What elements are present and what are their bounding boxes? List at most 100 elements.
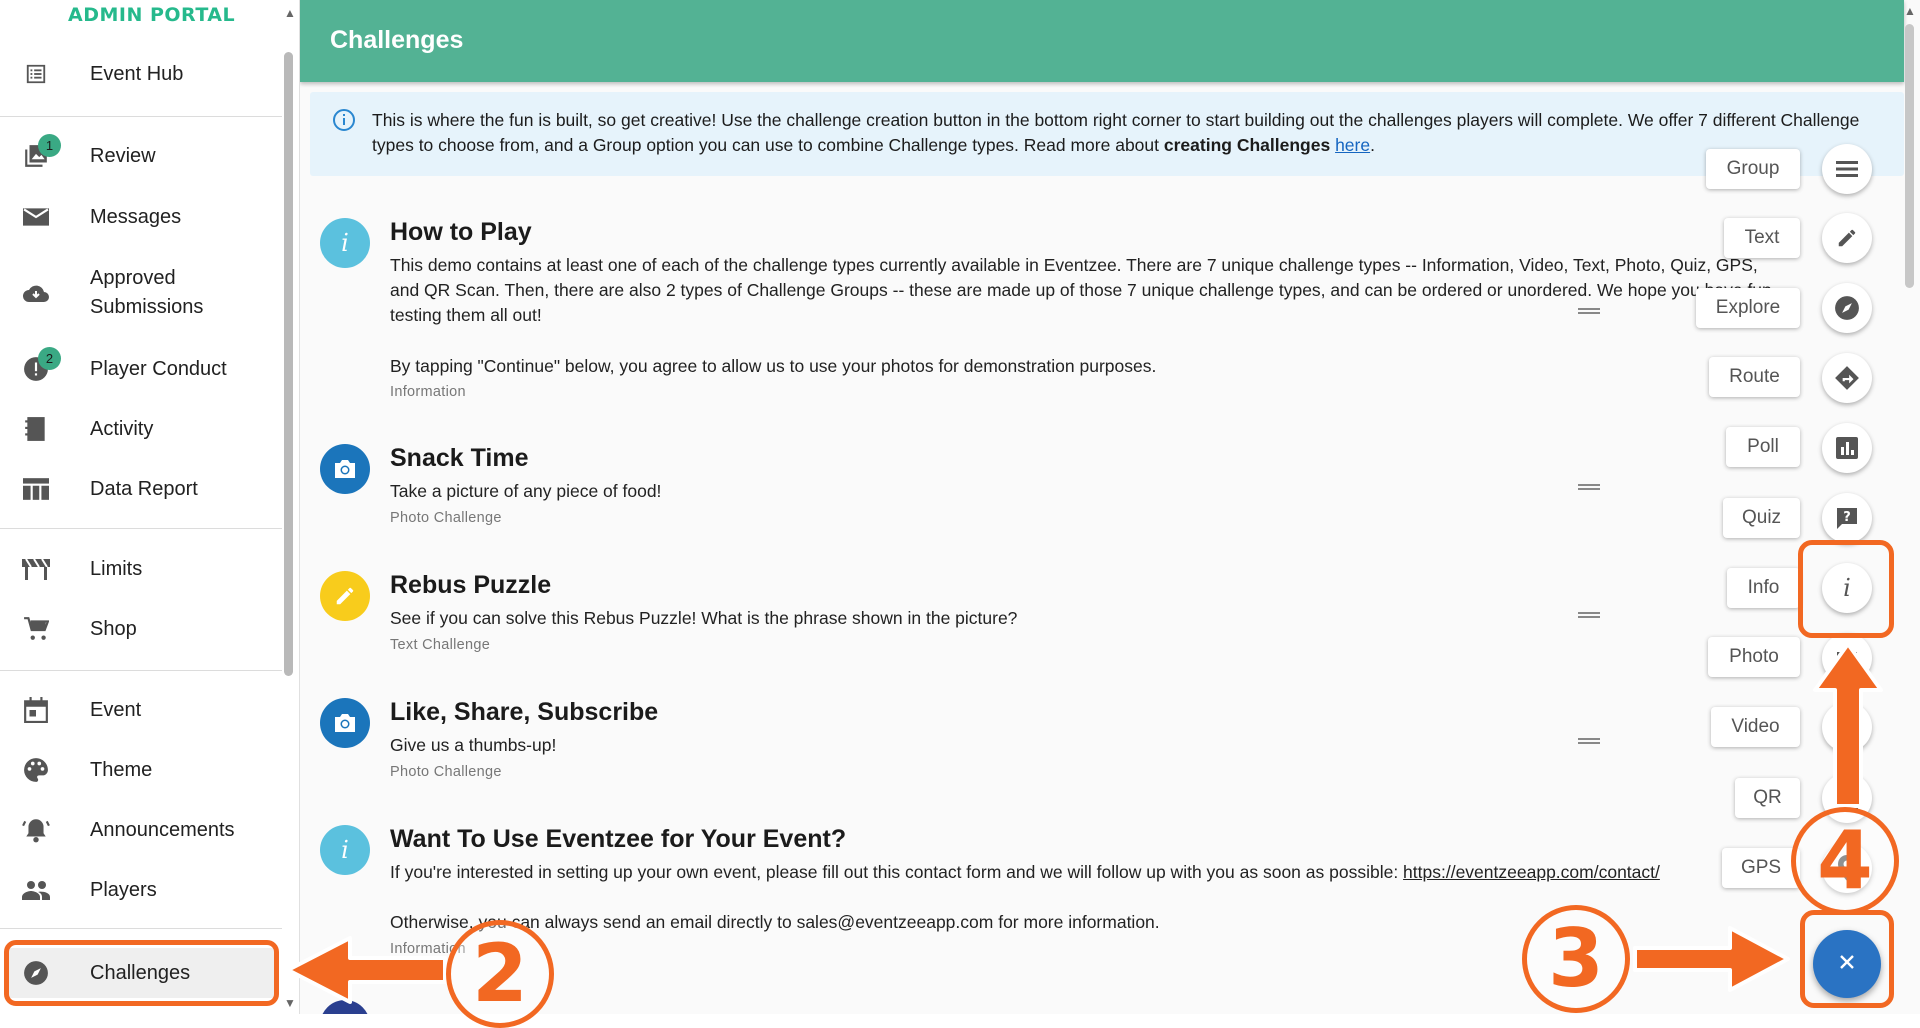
sidebar-item-label: Players xyxy=(90,878,157,901)
speed-dial-label-route[interactable]: Route xyxy=(1709,357,1800,397)
banner-text: This is where the fun is built, so get c… xyxy=(372,108,1892,158)
video-icon[interactable] xyxy=(1822,702,1872,752)
sidebar-item-event-hub[interactable]: Event Hub xyxy=(0,50,282,98)
sidebar-item-label: Shop xyxy=(90,617,137,640)
divider xyxy=(0,528,282,529)
sidebar-item-label: Review xyxy=(90,144,156,167)
sidebar-scrollbar[interactable] xyxy=(284,52,293,676)
sidebar-item-label: Data Report xyxy=(90,477,198,500)
table-icon xyxy=(22,475,50,503)
pencil-icon[interactable] xyxy=(1822,213,1872,263)
banner-bold: creating Challenges xyxy=(1163,135,1331,155)
challenge-description-text: If you're interested in setting up your … xyxy=(390,862,1404,882)
challenge-description: Give us a thumbs-up! xyxy=(390,735,557,755)
cloud-download-icon xyxy=(22,279,50,307)
svg-text:?: ? xyxy=(1843,510,1851,525)
sidebar-item-review[interactable]: 1 Review xyxy=(0,132,282,180)
drag-handle[interactable] xyxy=(1578,484,1600,490)
camera-icon xyxy=(320,444,370,494)
sidebar-item-announcements[interactable]: Announcements xyxy=(0,806,282,854)
scroll-down-arrow[interactable]: ▼ xyxy=(284,996,296,1010)
speed-dial-label-gps[interactable]: GPS xyxy=(1722,848,1800,888)
challenge-description: Take a picture of any piece of food! xyxy=(390,481,662,501)
people-icon xyxy=(22,876,50,904)
camera-icon xyxy=(320,698,370,748)
list-icon xyxy=(22,60,50,88)
sidebar-item-label: Player Conduct xyxy=(90,357,227,380)
challenge-type: Photo Challenge xyxy=(390,510,502,526)
sidebar-item-shop[interactable]: Shop xyxy=(0,605,282,653)
sidebar-item-event[interactable]: Event xyxy=(0,686,282,734)
challenge-title: Rebus Puzzle xyxy=(390,571,552,599)
divider xyxy=(0,116,282,117)
challenge-description: This demo contains at least one of each … xyxy=(390,255,1772,325)
banner-link[interactable]: here xyxy=(1335,135,1370,155)
challenge-type: Photo Challenge xyxy=(390,764,502,780)
palette-icon xyxy=(22,756,50,784)
divider xyxy=(0,928,282,929)
info-icon: i xyxy=(320,218,370,268)
step-3-marker: 3 xyxy=(1522,905,1630,1013)
speed-dial-label-explore[interactable]: Explore xyxy=(1696,288,1800,328)
chart-icon[interactable] xyxy=(1822,423,1872,473)
sidebar-item-data-report[interactable]: Data Report xyxy=(0,465,282,513)
pencil-icon xyxy=(320,571,370,621)
sidebar-item-label: Approved Submissions xyxy=(90,267,204,318)
compass-icon[interactable] xyxy=(1822,283,1872,333)
speed-dial-label-text[interactable]: Text xyxy=(1724,218,1800,258)
camera-icon[interactable] xyxy=(1822,633,1872,683)
player-conduct-badge: 2 xyxy=(38,347,61,370)
challenge-title: Snack Time xyxy=(390,444,529,472)
directions-icon[interactable] xyxy=(1822,353,1872,403)
speed-dial-label-info[interactable]: Info xyxy=(1727,568,1800,608)
info-highlight-frame xyxy=(1798,540,1894,638)
challenge-title: Want To Use Eventzee for Your Event? xyxy=(390,825,847,853)
divider xyxy=(0,670,282,671)
speed-dial-label-poll[interactable]: Poll xyxy=(1726,427,1800,467)
scroll-up-arrow[interactable]: ▲ xyxy=(1904,4,1916,18)
page-header: Challenges xyxy=(300,0,1904,82)
page-title: Challenges xyxy=(330,26,464,54)
menu-icon[interactable] xyxy=(1822,144,1872,194)
speed-dial-label-quiz[interactable]: Quiz xyxy=(1723,498,1800,538)
speed-dial-label-photo[interactable]: Photo xyxy=(1708,637,1800,677)
contact-link[interactable]: https://eventzeeapp.com/contact/ xyxy=(1403,862,1660,882)
sidebar-item-players[interactable]: Players xyxy=(0,866,282,914)
drag-handle[interactable] xyxy=(1578,612,1600,618)
info-icon: i xyxy=(320,825,370,875)
sidebar-item-limits[interactable]: Limits xyxy=(0,545,282,593)
challenge-title: How to Play xyxy=(390,218,532,246)
drag-handle[interactable] xyxy=(1578,738,1600,744)
avatar xyxy=(320,1000,370,1014)
challenge-type: Text Challenge xyxy=(390,637,491,653)
sidebar-item-player-conduct[interactable]: 2 Player Conduct xyxy=(0,345,282,393)
sidebar-item-label: Theme xyxy=(90,758,153,781)
sidebar-item-label: Announcements xyxy=(90,818,235,841)
notebook-icon xyxy=(22,415,50,443)
sidebar-item-label: Event xyxy=(90,698,142,721)
info-banner: This is where the fun is built, so get c… xyxy=(310,92,1904,176)
question-icon[interactable]: ? xyxy=(1822,493,1872,543)
brand-logo: ADMIN PORTAL xyxy=(68,4,236,26)
sidebar-item-label: Event Hub xyxy=(90,62,184,85)
review-badge: 1 xyxy=(38,134,61,157)
main-content: Challenges This is where the fun is buil… xyxy=(300,0,1920,1014)
sidebar-item-messages[interactable]: Messages xyxy=(0,193,282,241)
barrier-icon xyxy=(22,555,50,583)
sidebar-item-approved-submissions[interactable]: Approved Submissions xyxy=(0,262,282,324)
challenge-description: See if you can solve this Rebus Puzzle! … xyxy=(390,608,1018,628)
main-scrollbar[interactable] xyxy=(1905,24,1914,288)
bell-icon xyxy=(22,816,50,844)
scroll-up-arrow[interactable]: ▲ xyxy=(284,6,296,20)
speed-dial-label-qr[interactable]: QR xyxy=(1735,778,1800,818)
step-2-marker: 2 xyxy=(446,920,554,1028)
sidebar-item-label: Activity xyxy=(90,417,154,440)
banner-text-main: This is where the fun is built, so get c… xyxy=(372,110,1860,155)
speed-dial-label-group[interactable]: Group xyxy=(1706,149,1800,189)
drag-handle[interactable] xyxy=(1578,308,1600,314)
fab-highlight-frame xyxy=(1800,910,1894,1008)
speed-dial-label-video[interactable]: Video xyxy=(1711,707,1800,747)
sidebar-item-theme[interactable]: Theme xyxy=(0,746,282,794)
sidebar-item-activity[interactable]: Activity xyxy=(0,405,282,453)
sidebar-item-label: Limits xyxy=(90,557,143,580)
